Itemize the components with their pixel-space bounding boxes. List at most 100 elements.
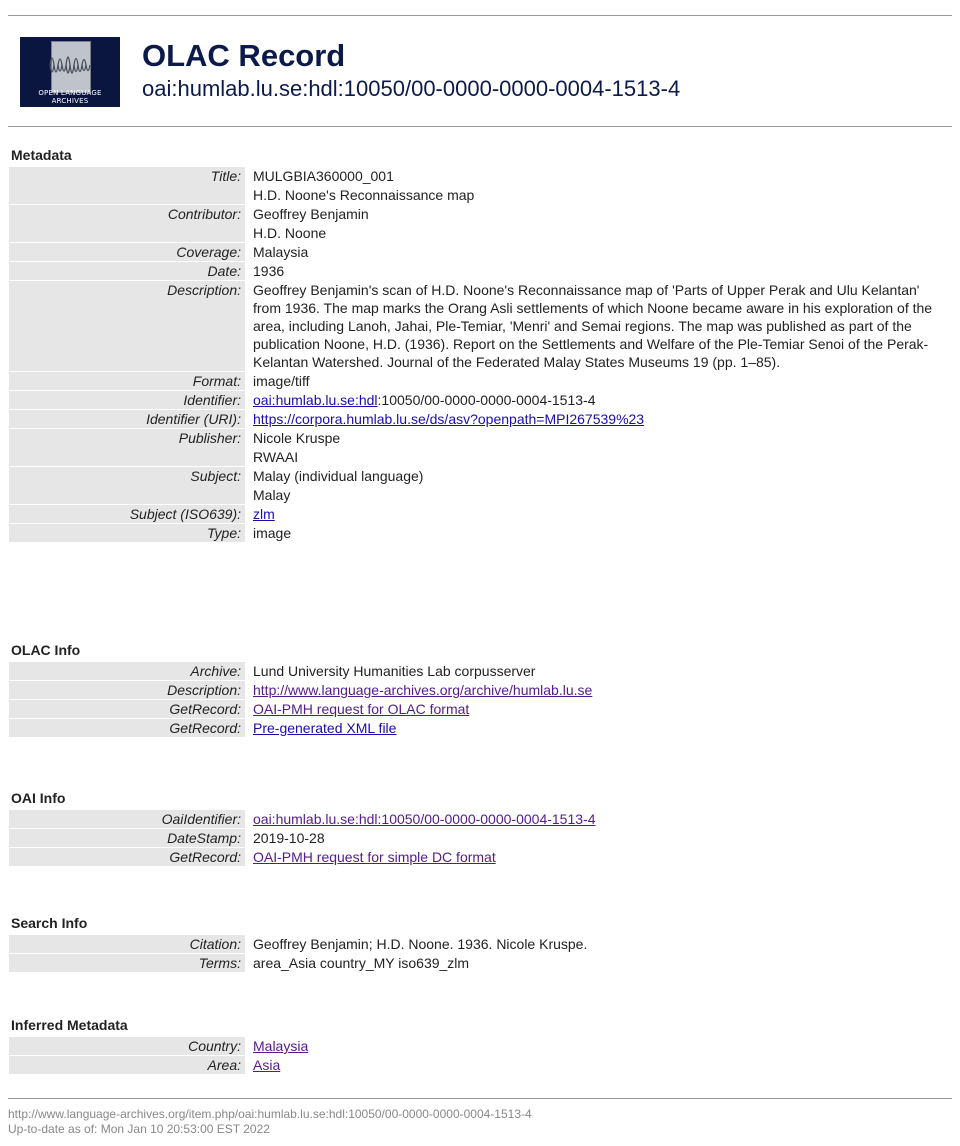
field-label: Subject (ISO639): — [9, 505, 245, 523]
dc-getrecord-link[interactable]: OAI-PMH request for simple DC format — [253, 849, 496, 865]
table-row: Subject (ISO639): zlm — [9, 505, 953, 523]
table-row: Country: Malaysia — [9, 1037, 953, 1055]
field-value: Lund University Humanities Lab corpusser… — [253, 663, 536, 679]
table-row: DateStamp: 2019-10-28 — [9, 829, 953, 847]
table-row: GetRecord: OAI-PMH request for simple DC… — [9, 848, 953, 866]
country-link[interactable]: Malaysia — [253, 1038, 308, 1054]
field-label: GetRecord: — [9, 719, 245, 737]
field-value: https://corpora.humlab.lu.se/ds/asv?open… — [246, 410, 953, 428]
oai-info-section: OAI Info OaiIdentifier: oai:humlab.lu.se… — [8, 789, 952, 867]
identifier-suffix: :10050/00-0000-0000-0004-1513-4 — [377, 392, 596, 408]
field-label: Description: — [9, 681, 245, 699]
field-value: H.D. Noone's Reconnaissance map — [253, 187, 475, 203]
field-value: zlm — [246, 505, 953, 523]
field-label: DateStamp: — [9, 829, 245, 847]
field-label: Title: — [9, 167, 245, 204]
field-value: 1936 — [253, 263, 285, 279]
waveform-icon — [49, 56, 91, 74]
field-value: H.D. Noone — [253, 225, 327, 241]
field-label: Subject: — [9, 467, 245, 504]
search-info-section: Search Info Citation: Geoffrey Benjamin;… — [8, 914, 952, 973]
table-row: Format: image/tiff — [9, 372, 953, 390]
inferred-table: Country: Malaysia Area: Asia — [8, 1036, 954, 1075]
top-divider — [8, 15, 952, 16]
field-value: Pre-generated XML file — [246, 719, 953, 737]
page-title: OLAC Record — [142, 38, 346, 73]
field-label: Identifier: — [9, 391, 245, 409]
field-label: Area: — [9, 1056, 245, 1074]
table-row: Archive: Lund University Humanities Lab … — [9, 662, 953, 680]
field-value: MULGBIA360000_001 — [253, 168, 394, 184]
metadata-table: Title: MULGBIA360000_001 H.D. Noone's Re… — [8, 166, 954, 543]
table-row: Publisher: Nicole Kruspe — [9, 429, 953, 466]
table-row: Description: http://www.language-archive… — [9, 681, 953, 699]
table-row: Area: Asia — [9, 1056, 953, 1074]
logo-caption: OPEN LANGUAGE ARCHIVES — [38, 89, 102, 105]
area-link[interactable]: Asia — [253, 1057, 280, 1073]
field-value: oai:humlab.lu.se:hdl:10050/00-0000-0000-… — [246, 810, 953, 828]
field-label: Format: — [9, 372, 245, 390]
field-label: Description: — [9, 281, 245, 371]
table-row: Type: image — [9, 524, 953, 542]
field-label: Date: — [9, 262, 245, 280]
field-label: Publisher: — [9, 429, 245, 466]
field-value: Geoffrey Benjamin — [253, 206, 369, 222]
field-label: Citation: — [9, 935, 245, 953]
section-heading: OLAC Info — [11, 642, 81, 658]
table-row: Identifier (URI): https://corpora.humlab… — [9, 410, 953, 428]
field-label: GetRecord: — [9, 700, 245, 718]
field-label: Contributor: — [9, 205, 245, 242]
table-row: GetRecord: OAI-PMH request for OLAC form… — [9, 700, 953, 718]
table-row: Terms: area_Asia country_MY iso639_zlm — [9, 954, 953, 972]
oai-info-table: OaiIdentifier: oai:humlab.lu.se:hdl:1005… — [8, 809, 954, 867]
table-row: Subject: Malay (individual language) — [9, 467, 953, 504]
field-value: Malaysia — [253, 244, 309, 260]
table-row: OaiIdentifier: oai:humlab.lu.se:hdl:1005… — [9, 810, 953, 828]
section-heading: Inferred Metadata — [11, 1017, 128, 1033]
field-value: image/tiff — [253, 373, 310, 389]
footer-url: http://www.language-archives.org/item.ph… — [8, 1107, 532, 1121]
olac-getrecord-link[interactable]: OAI-PMH request for OLAC format — [253, 701, 469, 717]
table-row: Description: Geoffrey Benjamin's scan of… — [9, 281, 953, 371]
table-row: Contributor: Geoffrey Benjamin — [9, 205, 953, 242]
field-value: Malay (individual language) — [253, 468, 424, 484]
footer-divider — [8, 1098, 952, 1099]
section-heading: Metadata — [11, 147, 72, 163]
field-value: Malay — [253, 487, 291, 503]
identifier-uri-link[interactable]: https://corpora.humlab.lu.se/ds/asv?open… — [253, 411, 644, 427]
olac-logo[interactable]: OPEN LANGUAGE ARCHIVES — [20, 37, 120, 107]
olac-record-page: OPEN LANGUAGE ARCHIVES OLAC Record oai:h… — [0, 0, 960, 1146]
archive-description-link[interactable]: http://www.language-archives.org/archive… — [253, 682, 592, 698]
table-row: Coverage: Malaysia — [9, 243, 953, 261]
metadata-section: Metadata Title: MULGBIA360000_001 H.D. N… — [8, 146, 952, 543]
table-row: GetRecord: Pre-generated XML file — [9, 719, 953, 737]
field-value: OAI-PMH request for simple DC format — [246, 848, 953, 866]
xml-file-link[interactable]: Pre-generated XML file — [253, 720, 396, 736]
field-value: Malaysia — [246, 1037, 953, 1055]
field-value: Asia — [246, 1056, 953, 1074]
field-label: Archive: — [9, 662, 245, 680]
field-label: Type: — [9, 524, 245, 542]
footer-updated: Up-to-date as of: Mon Jan 10 20:53:00 ES… — [8, 1122, 270, 1136]
search-info-table: Citation: Geoffrey Benjamin; H.D. Noone.… — [8, 934, 954, 973]
subject-iso-link[interactable]: zlm — [253, 506, 275, 522]
olac-info-table: Archive: Lund University Humanities Lab … — [8, 661, 954, 738]
field-label: Identifier (URI): — [9, 410, 245, 428]
field-value: oai:humlab.lu.se:hdl:10050/00-0000-0000-… — [246, 391, 953, 409]
field-value: OAI-PMH request for OLAC format — [246, 700, 953, 718]
section-heading: OAI Info — [11, 790, 66, 806]
field-label: GetRecord: — [9, 848, 245, 866]
field-label: OaiIdentifier: — [9, 810, 245, 828]
field-value: 2019-10-28 — [253, 830, 325, 846]
oai-identifier-link[interactable]: oai:humlab.lu.se:hdl:10050/00-0000-0000-… — [253, 811, 595, 827]
olac-info-section: OLAC Info Archive: Lund University Human… — [8, 641, 952, 738]
field-value: image — [253, 525, 292, 541]
field-value: area_Asia country_MY iso639_zlm — [253, 955, 470, 971]
field-label: Terms: — [9, 954, 245, 972]
table-row: Citation: Geoffrey Benjamin; H.D. Noone.… — [9, 935, 953, 953]
page-footer: http://www.language-archives.org/item.ph… — [8, 1107, 532, 1137]
inferred-metadata-section: Inferred Metadata Country: Malaysia Area… — [8, 1016, 952, 1075]
identifier-link[interactable]: oai:humlab.lu.se:hdl — [253, 392, 378, 408]
description-text: Geoffrey Benjamin's scan of H.D. Noone's… — [253, 282, 933, 370]
field-value: Nicole Kruspe — [253, 430, 341, 446]
